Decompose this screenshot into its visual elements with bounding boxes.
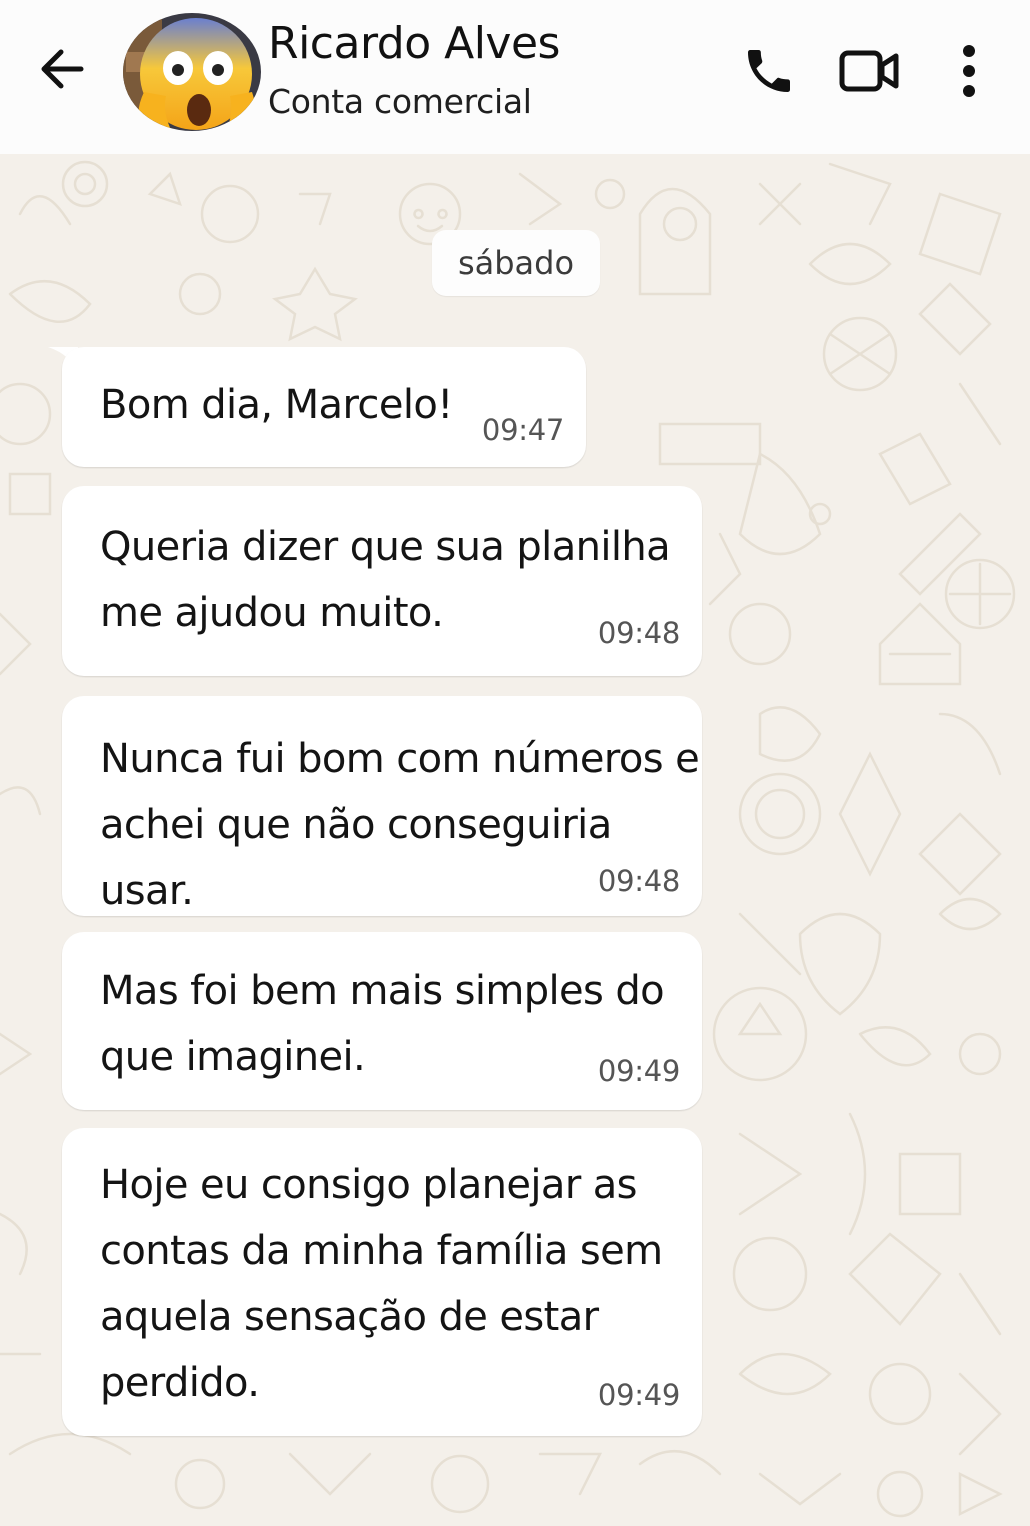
message-text: Mas foi bem mais simples do que imaginei… <box>100 968 665 1080</box>
message-text: Hoje eu consigo planejar as contas da mi… <box>100 1162 663 1406</box>
voice-call-button[interactable] <box>734 36 804 106</box>
message-time: 09:47 <box>481 413 564 447</box>
message-time: 09:49 <box>597 1054 680 1088</box>
message-time: 09:48 <box>597 616 680 650</box>
chat-header: Ricardo Alves Conta comercial <box>0 0 1030 154</box>
video-camera-icon <box>839 50 899 92</box>
date-divider: sábado <box>432 230 600 296</box>
message-text: Queria dizer que sua planilha me ajudou … <box>100 524 671 636</box>
message-bubble[interactable]: Nunca fui bom com números e achei que nã… <box>62 696 702 916</box>
more-options-button[interactable] <box>940 36 998 106</box>
avatar[interactable] <box>122 12 262 132</box>
screaming-face-emoji-icon <box>123 13 261 131</box>
phone-icon <box>748 50 790 92</box>
message-text: Bom dia, Marcelo! <box>100 382 453 428</box>
three-dots-vertical-icon <box>963 45 975 97</box>
message-time: 09:48 <box>597 864 680 898</box>
arrow-left-icon <box>41 49 84 89</box>
contact-name[interactable]: Ricardo Alves <box>268 18 560 69</box>
contact-subtitle[interactable]: Conta comercial <box>268 82 532 121</box>
message-bubble[interactable]: Mas foi bem mais simples do que imaginei… <box>62 932 702 1110</box>
message-bubble[interactable]: Queria dizer que sua planilha me ajudou … <box>62 486 702 676</box>
back-button[interactable] <box>28 36 94 102</box>
video-call-button[interactable] <box>832 36 906 106</box>
message-bubble[interactable]: Bom dia, Marcelo! 09:47 <box>62 347 586 467</box>
message-bubble[interactable]: Hoje eu consigo planejar as contas da mi… <box>62 1128 702 1436</box>
message-time: 09:49 <box>597 1378 680 1412</box>
